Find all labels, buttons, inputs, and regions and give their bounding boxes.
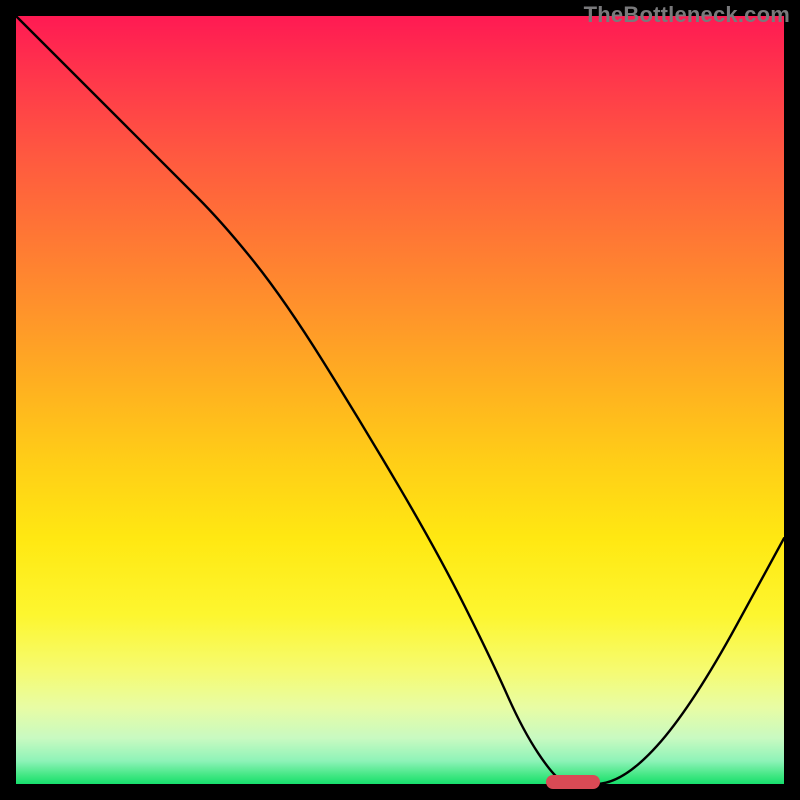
plot-area <box>16 16 784 784</box>
optimum-marker <box>546 775 600 789</box>
chart-frame: TheBottleneck.com <box>0 0 800 800</box>
watermark-text: TheBottleneck.com <box>584 2 790 28</box>
bottleneck-curve <box>16 16 784 784</box>
